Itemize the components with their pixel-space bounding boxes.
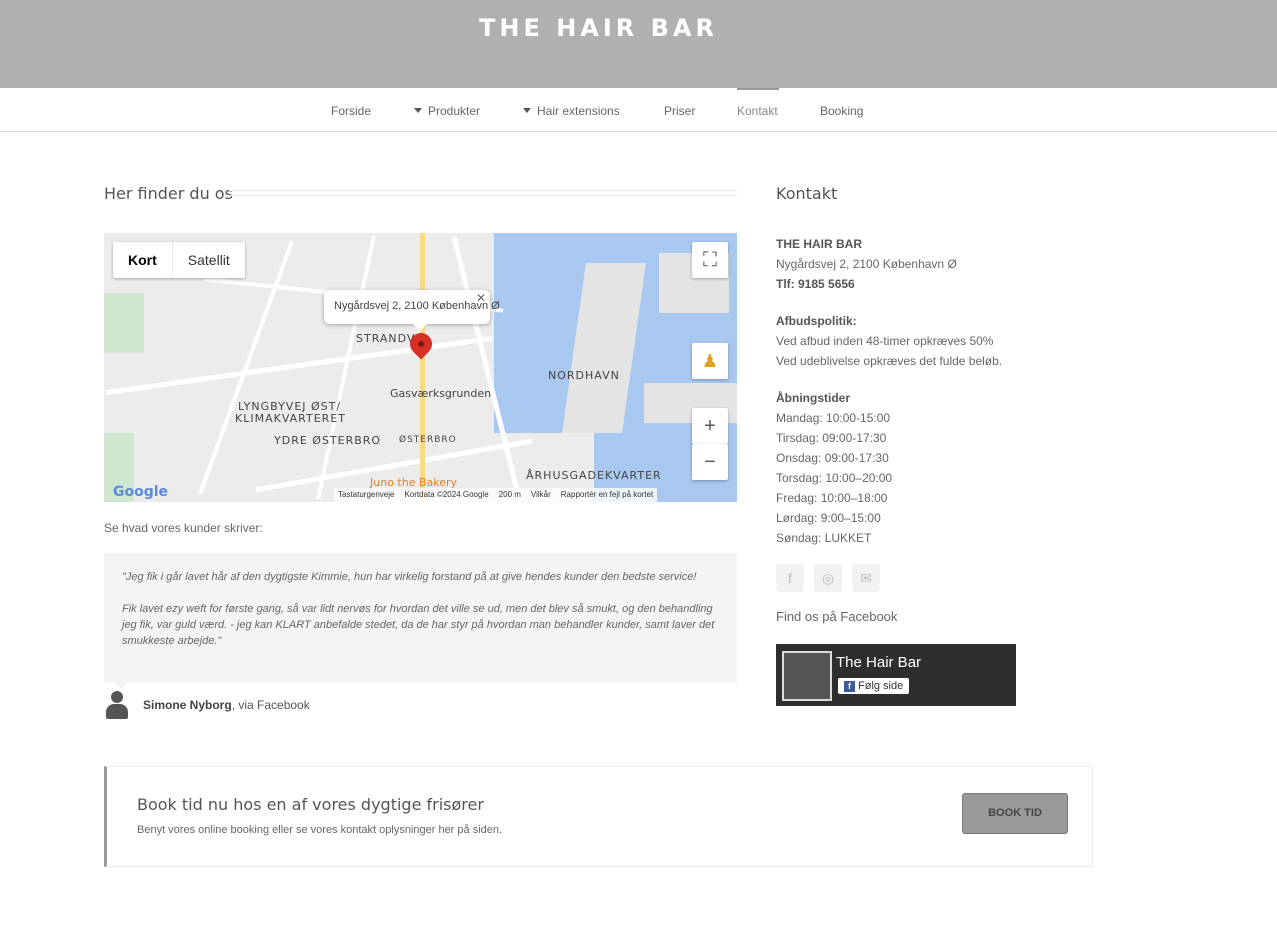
testimonial-quote: "Jeg fik i går lavet hår af den dygtigst… bbox=[104, 553, 737, 682]
nav-item-produkter[interactable]: Produkter bbox=[414, 104, 480, 118]
map-label: ØSTERBRO bbox=[399, 435, 457, 445]
instagram-icon[interactable]: ◎ bbox=[814, 564, 842, 592]
caret-down-icon bbox=[414, 108, 422, 113]
map-tab-kort[interactable]: Kort bbox=[113, 242, 173, 278]
hours-title: Åbningstider bbox=[776, 391, 850, 405]
hours-saturday: Lørdag: 9:00–15:00 bbox=[776, 511, 881, 525]
hours-monday: Mandag: 10:00-15:00 bbox=[776, 411, 891, 425]
map-footer-data: Kortdata ©2024 Google bbox=[404, 490, 489, 499]
map-label: STRANDV bbox=[356, 332, 416, 345]
map-tab-satellit[interactable]: Satellit bbox=[173, 242, 245, 278]
book-tid-button[interactable]: BOOK TID bbox=[962, 793, 1068, 834]
caret-down-icon bbox=[523, 108, 531, 113]
contact-name: THE HAIR BAR bbox=[776, 237, 862, 251]
nav-item-produkter-label: Produkter bbox=[428, 104, 481, 118]
nav-item-priser[interactable]: Priser bbox=[664, 104, 695, 118]
map-road bbox=[316, 235, 376, 500]
site-header: THE HAIR BAR bbox=[0, 0, 1277, 88]
map-road bbox=[420, 233, 425, 502]
title-divider bbox=[229, 190, 737, 196]
map-info-popup: Nygårdsvej 2, 2100 København Ø ✕ bbox=[324, 290, 500, 324]
facebook-icon[interactable]: f bbox=[776, 564, 804, 592]
map-park bbox=[104, 293, 144, 353]
map-popup-tail bbox=[412, 323, 428, 331]
policy-line: Ved udeblivelse opkræves det fulde beløb… bbox=[776, 354, 1003, 368]
fb-page-name[interactable]: The Hair Bar bbox=[836, 654, 921, 671]
map-label: KLIMAKVARTERET bbox=[235, 412, 346, 425]
map-popup-address: Nygårdsvej 2, 2100 København Ø bbox=[334, 300, 500, 312]
find-on-facebook: Find os på Facebook bbox=[776, 609, 898, 624]
map-footer-terms[interactable]: Vilkår bbox=[531, 490, 551, 500]
quote-paragraph: Fik lavet ezy weft for første gang, så v… bbox=[122, 603, 715, 647]
contact-address: Nygårdsvej 2, 2100 København Ø bbox=[776, 257, 957, 271]
google-map[interactable]: STRANDV Gasværksgrunden NORDHAVN LYNGBYV… bbox=[104, 233, 737, 502]
zoom-in-button[interactable]: + bbox=[692, 408, 728, 444]
map-label: ÅRHUSGADEKVARTER bbox=[526, 469, 662, 482]
map-footer-report[interactable]: Rapportér en fejl på kortet bbox=[561, 490, 654, 500]
hours-wednesday: Onsdag: 09:00-17:30 bbox=[776, 451, 889, 465]
map-label: YDRE ØSTERBRO bbox=[274, 434, 382, 447]
map-footer-scale: 200 m bbox=[498, 490, 521, 499]
author-source: , via Facebook bbox=[231, 698, 310, 712]
site-logo[interactable]: THE HAIR BAR bbox=[0, 14, 1197, 42]
zoom-out-button[interactable]: − bbox=[692, 444, 728, 480]
fb-follow-label: Følg side bbox=[858, 680, 904, 692]
nav-item-forside[interactable]: Forside bbox=[331, 104, 371, 118]
fb-follow-button[interactable]: f Følg side bbox=[838, 678, 910, 694]
user-icon bbox=[106, 691, 128, 719]
hours-tuesday: Tirsdag: 09:00-17:30 bbox=[776, 431, 887, 445]
quote-tail bbox=[114, 682, 128, 689]
map-pin-dot bbox=[418, 341, 424, 347]
contact-info: THE HAIR BAR Nygårdsvej 2, 2100 Københav… bbox=[776, 234, 1002, 548]
contact-title: Kontakt bbox=[776, 184, 838, 203]
close-icon[interactable]: ✕ bbox=[476, 291, 486, 305]
phone-label: Tlf: bbox=[776, 277, 795, 291]
hours-friday: Fredag: 10:00–18:00 bbox=[776, 491, 888, 505]
hours-thursday: Torsdag: 10:00–20:00 bbox=[776, 471, 893, 485]
pegman-icon[interactable]: ♟ bbox=[692, 343, 728, 379]
main-nav: Forside Produkter Hair extensions Priser… bbox=[0, 88, 1277, 132]
cta-title: Book tid nu hos en af vores dygtige fris… bbox=[137, 795, 484, 814]
nav-item-hair-extensions-label: Hair extensions bbox=[537, 104, 620, 118]
map-section-title: Her finder du os bbox=[104, 184, 233, 203]
fullscreen-icon[interactable]: ⛶ bbox=[692, 242, 728, 278]
customers-lead: Se hvad vores kunder skriver: bbox=[104, 521, 263, 535]
nav-item-hair-extensions[interactable]: Hair extensions bbox=[523, 104, 620, 118]
fb-page-thumbnail[interactable] bbox=[782, 651, 832, 701]
testimonial-author: Simone Nyborg, via Facebook bbox=[143, 698, 310, 712]
map-footer-shortcuts[interactable]: Tastaturgenveje bbox=[338, 490, 394, 500]
author-name: Simone Nyborg bbox=[143, 698, 232, 712]
facebook-page-widget[interactable]: The Hair Bar f Følg side bbox=[776, 644, 1016, 706]
nav-item-kontakt[interactable]: Kontakt bbox=[737, 104, 778, 118]
facebook-icon: f bbox=[844, 681, 855, 692]
map-footer: Tastaturgenveje Kortdata ©2024 Google 20… bbox=[334, 488, 658, 502]
map-label: Gasværksgrunden bbox=[390, 387, 492, 400]
nav-active-indicator bbox=[737, 88, 779, 90]
map-type-control: Kort Satellit bbox=[113, 242, 245, 278]
nav-item-booking[interactable]: Booking bbox=[820, 104, 863, 118]
quote-paragraph: "Jeg fik i går lavet hår af den dygtigst… bbox=[122, 571, 697, 583]
map-label: NORDHAVN bbox=[548, 369, 620, 382]
mail-icon[interactable]: ✉ bbox=[852, 564, 880, 592]
google-logo: Google bbox=[113, 484, 169, 500]
booking-cta: Book tid nu hos en af vores dygtige fris… bbox=[104, 766, 1093, 867]
policy-line: Ved afbud inden 48-timer opkræves 50% bbox=[776, 334, 994, 348]
cta-subtitle: Benyt vores online booking eller se vore… bbox=[137, 824, 503, 836]
policy-title: Afbudspolitik: bbox=[776, 314, 857, 328]
hours-sunday: Søndag: LUKKET bbox=[776, 531, 872, 545]
phone-number[interactable]: 9185 5656 bbox=[798, 277, 855, 291]
